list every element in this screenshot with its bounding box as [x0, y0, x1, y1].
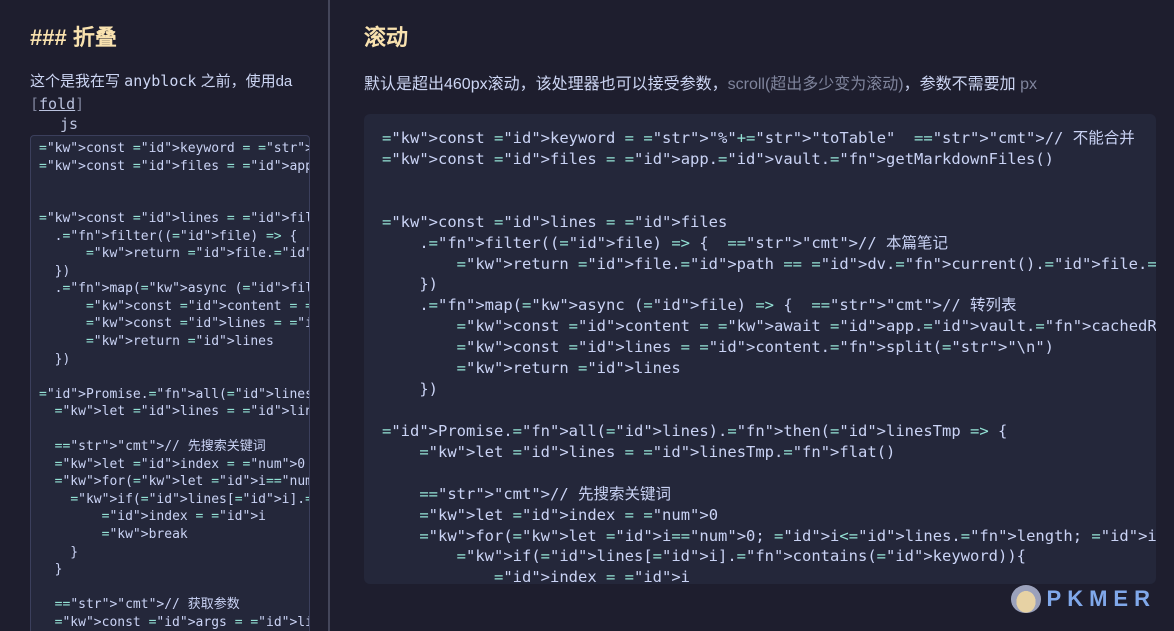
left-desc-prefix: 这个是我在写	[30, 73, 124, 90]
left-fold-marker: [fold]	[30, 95, 310, 113]
right-desc-p1: 默认是超出460px滚动，该处理器也可以接受参数，	[364, 76, 728, 93]
left-desc-suffix: 之前，使用da	[196, 73, 292, 90]
right-panel: 滚动 默认是超出460px滚动，该处理器也可以接受参数，scroll(超出多少变…	[330, 0, 1174, 631]
right-heading: 滚动	[364, 20, 1156, 52]
right-desc-p2: ，参数不需要加	[904, 76, 1020, 93]
left-code-block[interactable]: ="kw">const ="id">keyword = ="str">"%"+=…	[30, 135, 310, 631]
left-js-label: js	[60, 115, 310, 133]
right-desc-px: px	[1020, 76, 1037, 93]
right-code-block[interactable]: ="kw">const ="id">keyword = ="str">"%"+=…	[364, 114, 1156, 584]
fold-label: fold	[39, 95, 75, 113]
left-desc-code: anyblock	[124, 72, 196, 90]
pkmer-logo: PKMER	[1011, 585, 1156, 613]
left-description: 这个是我在写 anyblock 之前，使用da	[30, 70, 310, 91]
left-panel: ### 折叠 这个是我在写 anyblock 之前，使用da [fold] js…	[0, 0, 330, 631]
pkmer-logo-text: PKMER	[1047, 586, 1156, 612]
pkmer-logo-icon	[1011, 585, 1041, 613]
right-description: 默认是超出460px滚动，该处理器也可以接受参数，scroll(超出多少变为滚动…	[364, 70, 1156, 94]
left-heading: ### 折叠	[30, 20, 310, 52]
right-desc-faded: scroll(超出多少变为滚动)	[728, 76, 904, 93]
